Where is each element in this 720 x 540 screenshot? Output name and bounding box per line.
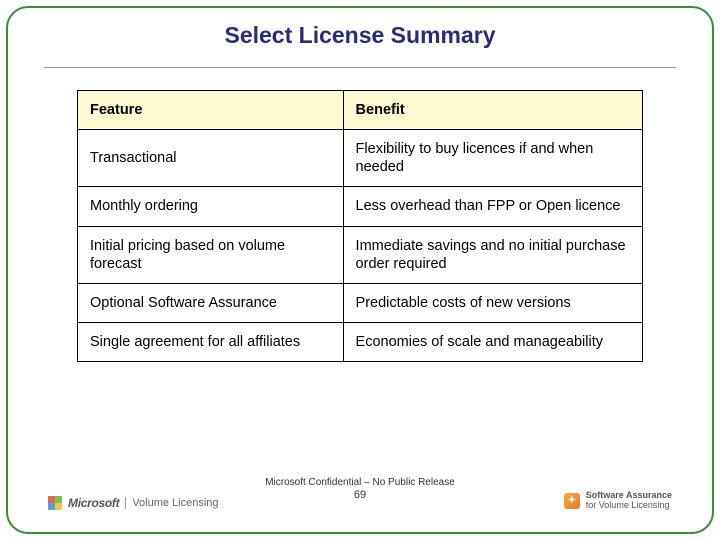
software-assurance-icon: ✦ bbox=[564, 493, 580, 509]
table-row: Transactional Flexibility to buy licence… bbox=[78, 130, 643, 187]
title-divider bbox=[44, 67, 676, 68]
table-header-row: Feature Benefit bbox=[78, 91, 643, 130]
slide-footer: Microsoft Confidential – No Public Relea… bbox=[8, 476, 712, 522]
header-feature: Feature bbox=[78, 91, 344, 130]
cell-feature: Monthly ordering bbox=[78, 187, 344, 226]
cell-benefit: Flexibility to buy licences if and when … bbox=[343, 130, 642, 187]
cell-benefit: Less overhead than FPP or Open licence bbox=[343, 187, 642, 226]
software-assurance-logo: ✦ Software Assurance for Volume Licensin… bbox=[564, 491, 672, 510]
table-row: Single agreement for all affiliates Econ… bbox=[78, 322, 643, 361]
cell-feature: Transactional bbox=[78, 130, 344, 187]
feature-benefit-table: Feature Benefit Transactional Flexibilit… bbox=[77, 90, 643, 362]
slide-frame: Select License Summary Feature Benefit T… bbox=[6, 6, 714, 534]
cell-feature: Optional Software Assurance bbox=[78, 283, 344, 322]
table-row: Optional Software Assurance Predictable … bbox=[78, 283, 643, 322]
cell-benefit: Immediate savings and no initial purchas… bbox=[343, 226, 642, 283]
cell-benefit: Economies of scale and manageability bbox=[343, 322, 642, 361]
microsoft-wordmark: Microsoft bbox=[68, 496, 119, 510]
microsoft-flag-icon bbox=[48, 496, 62, 510]
cell-feature: Initial pricing based on volume forecast bbox=[78, 226, 344, 283]
software-assurance-label: Software Assurance for Volume Licensing bbox=[586, 491, 672, 510]
slide-title: Select License Summary bbox=[8, 22, 712, 49]
table-row: Initial pricing based on volume forecast… bbox=[78, 226, 643, 283]
confidential-label: Microsoft Confidential – No Public Relea… bbox=[8, 476, 712, 489]
volume-licensing-label: Volume Licensing bbox=[125, 497, 218, 509]
header-benefit: Benefit bbox=[343, 91, 642, 130]
cell-feature: Single agreement for all affiliates bbox=[78, 322, 344, 361]
cell-benefit: Predictable costs of new versions bbox=[343, 283, 642, 322]
table-row: Monthly ordering Less overhead than FPP … bbox=[78, 187, 643, 226]
microsoft-volume-licensing-logo: Microsoft Volume Licensing bbox=[48, 496, 219, 510]
